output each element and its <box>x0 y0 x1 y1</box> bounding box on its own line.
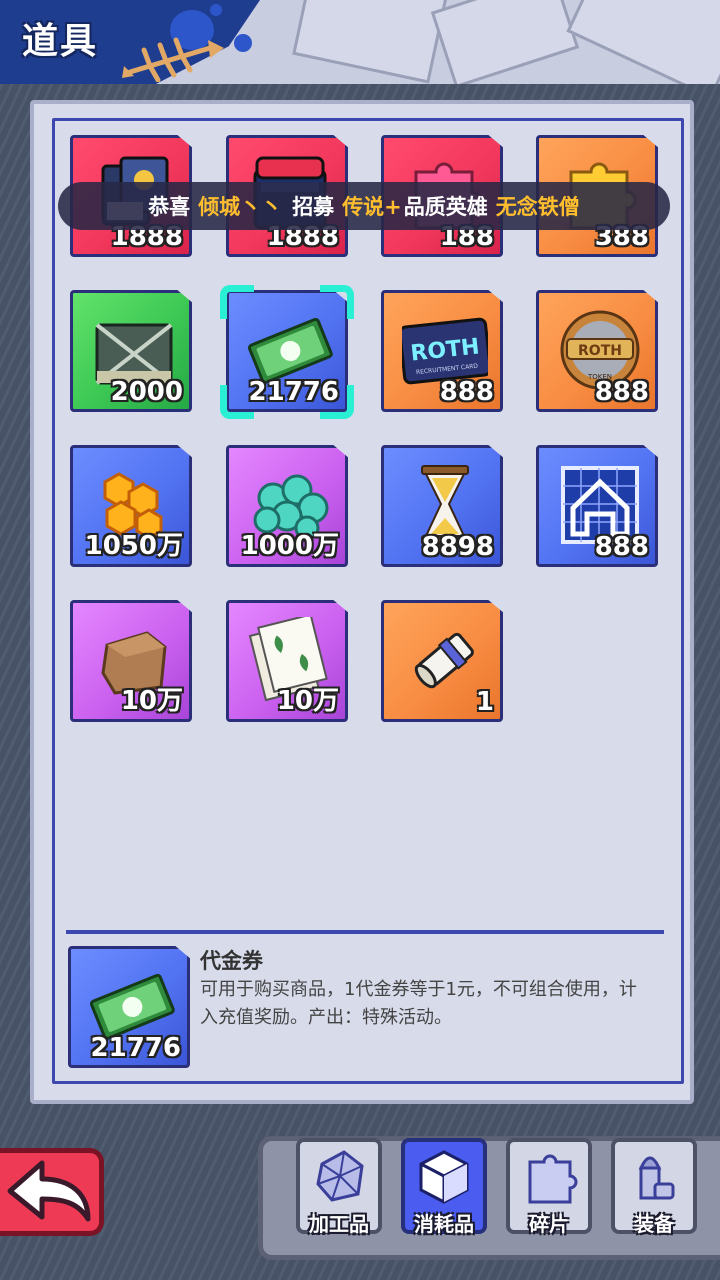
paint-splat <box>234 34 252 52</box>
paint-splat <box>210 4 222 16</box>
item-count: 1000万 <box>240 531 339 561</box>
cube-icon <box>419 1150 469 1204</box>
detail-item-count: 21776 <box>90 1033 181 1063</box>
detail-item-name: 代金券 <box>200 949 263 973</box>
item-slot-plant-papers[interactable]: 10万 <box>226 600 348 722</box>
item-count: 888 <box>439 377 494 407</box>
tab-label: 装备 <box>634 1212 674 1236</box>
item-slot-roth-recruitment-card[interactable]: ROTH RECRUITMENT CARD 888 <box>381 290 503 412</box>
bullet-icon <box>638 1156 675 1200</box>
puzzle-icon <box>528 1154 578 1204</box>
banner-middle: 品质英雄 <box>403 195 488 219</box>
recruit-announcement-banner: 恭喜 倾城丶丶 招募 传说+ 品质英雄 无念铁僧 <box>58 182 670 230</box>
item-count: 10万 <box>120 686 183 716</box>
selection-highlight <box>220 285 354 419</box>
item-slot-dirt-block[interactable]: 10万 <box>70 600 192 722</box>
stone-decor <box>566 0 720 84</box>
svg-text:ROTH: ROTH <box>578 343 622 359</box>
crystal-icon <box>316 1150 364 1202</box>
item-slot-blueprint[interactable]: 888 <box>536 445 658 567</box>
tab-label: 消耗品 <box>414 1212 474 1236</box>
item-count: 888 <box>594 532 649 562</box>
back-arrow-icon <box>7 1160 91 1222</box>
banner-prefix: 恭喜 <box>148 195 191 219</box>
item-count: 2000 <box>110 377 183 407</box>
banner-quality: 传说+ <box>342 195 402 219</box>
item-count: 10万 <box>276 686 339 716</box>
stone-decor <box>430 0 580 84</box>
item-slot-scroll[interactable]: 1 <box>381 600 503 722</box>
banner-hero: 无念铁僧 <box>495 195 580 219</box>
item-slot-gold-crystals[interactable]: 1050万 <box>70 445 192 567</box>
stone-decor <box>292 0 448 84</box>
item-slot-roth-token[interactable]: ROTH TOKEN 888 <box>536 290 658 412</box>
item-count: 8898 <box>421 532 494 562</box>
item-count: 1 <box>475 687 494 717</box>
item-count: 888 <box>594 377 649 407</box>
fishbone-icon <box>122 37 224 82</box>
tab-label: 碎片 <box>529 1212 569 1236</box>
tab-label: 加工品 <box>309 1212 369 1236</box>
banner-player: 倾城丶丶 <box>198 195 283 219</box>
item-count: 1050万 <box>84 531 183 561</box>
back-button[interactable] <box>0 1148 104 1236</box>
item-slot-teal-orbs[interactable]: 1000万 <box>226 445 348 567</box>
banner-action: 招募 <box>292 195 335 219</box>
header-bar: 道具 <box>0 0 720 84</box>
page-title: 道具 <box>22 21 99 62</box>
detail-item-description: 可用于购买商品，1代金券等于1元，不可组合使用，计入充值奖励。产出：特殊活动。 <box>200 979 637 1028</box>
item-slot-supply-crate[interactable]: 2000 <box>70 290 192 412</box>
item-slot-hourglass[interactable]: 8898 <box>381 445 503 567</box>
detail-divider <box>66 930 664 934</box>
detail-item-slot: 21776 <box>68 946 190 1068</box>
